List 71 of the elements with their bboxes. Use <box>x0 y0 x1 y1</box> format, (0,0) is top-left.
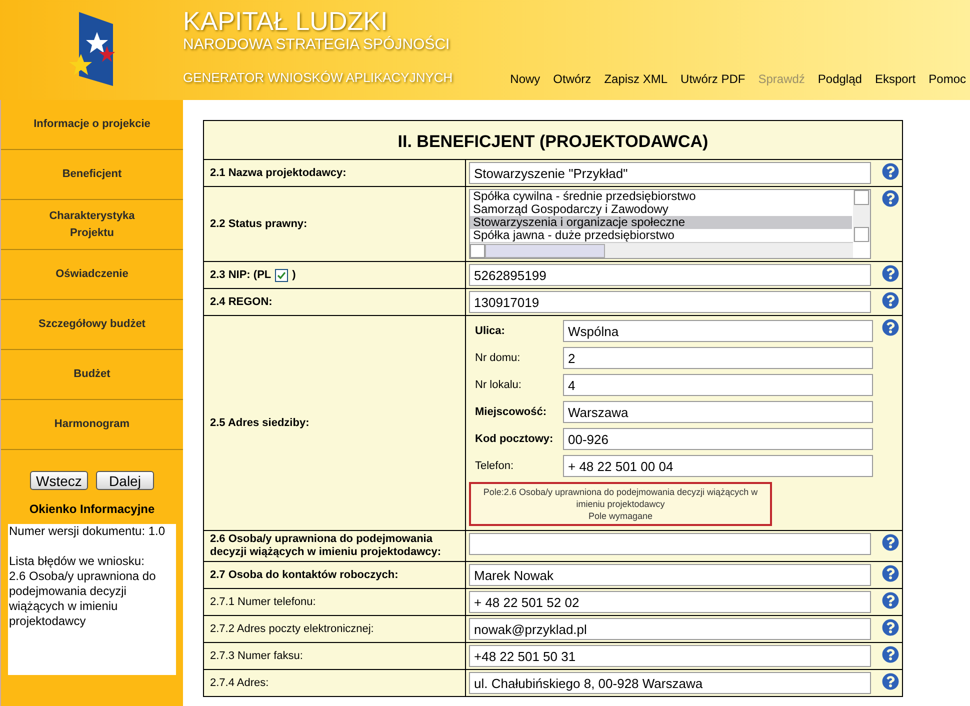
text-field[interactable]: Stowarzyszenie "Przykład" <box>469 162 871 184</box>
text-field[interactable]: 4 <box>563 374 873 396</box>
field-label: Telefon: <box>475 460 515 472</box>
info-text: Numer wersji dokumentu: 1.0 <box>9 524 166 539</box>
field-label: Kod pocztowy: <box>475 432 554 446</box>
field-label: Nr domu: <box>475 352 522 364</box>
field-label: 2.7.4 Adres: <box>210 676 269 690</box>
field-label: 2.7.3 Numer faksu: <box>210 650 303 662</box>
text-field[interactable]: 00-926 <box>563 428 873 450</box>
field-label: 2.2 Status prawny: <box>210 218 308 230</box>
generator-title: GENERATOR WNIOSKÓW APLIKACYJNYCH <box>183 69 453 87</box>
text-field[interactable]: + 48 22 501 52 02 <box>469 591 871 613</box>
field-label: ) <box>292 268 296 283</box>
listbox-option[interactable]: Spółka cywilna - średnie przedsiębiorstwo <box>470 190 852 203</box>
section-title: II. BENEFICJENT (PROJEKTODAWCA) <box>396 131 710 154</box>
text-field[interactable]: Warszawa <box>563 401 873 423</box>
text-field[interactable]: 5262895199 <box>469 264 871 286</box>
vertical-scrollbar[interactable] <box>853 190 870 242</box>
field-label: 2.7.2 Adres poczty elektronicznej: <box>210 622 374 636</box>
help-icon[interactable] <box>882 190 899 207</box>
text-field[interactable]: +48 22 501 50 31 <box>469 645 871 667</box>
text-field[interactable]: 2 <box>563 347 873 369</box>
text-field[interactable]: ul. Chałubińskiego 8, 00-928 Warszawa <box>469 672 871 694</box>
menu-item[interactable]: Utwórz PDF <box>680 70 746 88</box>
scroll-up-button[interactable] <box>854 190 869 205</box>
menu-item[interactable]: Eksport <box>874 70 916 88</box>
help-icon[interactable] <box>882 265 899 282</box>
menu-item[interactable]: Nowy <box>510 70 540 88</box>
scroll-down-button[interactable] <box>854 227 869 242</box>
field-label: 2.7 Osoba do kontaktów roboczych: <box>210 568 398 582</box>
field-label: Ulica: <box>475 324 506 338</box>
help-icon[interactable] <box>882 163 899 180</box>
text-field[interactable]: 130917019 <box>469 291 871 313</box>
status-listbox[interactable]: Spółka cywilna - średnie przedsiębiorstwo Samorząd Gospodarczy i Zawodowy Stowarzyszenia i organizacje społeczne Spółka jawna - duże przedsiębiorstwo <box>469 189 871 259</box>
listbox-option[interactable]: Stowarzyszenia i organizacje społeczne <box>470 216 852 229</box>
info-title: Okienko Informacyjne <box>28 501 156 518</box>
help-icon[interactable] <box>882 292 899 309</box>
field-label: Nr lokalu: <box>475 378 522 392</box>
menu-item[interactable]: Podgląd <box>818 70 862 88</box>
text-field[interactable]: nowak@przyklad.pl <box>469 618 871 640</box>
help-icon[interactable] <box>882 534 899 551</box>
info-text: Lista błędów we wniosku: 2.6 Osoba/y uprawniona do podejmowania decyzji wiążących w imieniu projektodawcy <box>9 554 157 629</box>
field-label: 2.1 Nazwa projektodawcy: <box>210 166 346 180</box>
help-icon[interactable] <box>882 619 899 636</box>
field-label: 2.4 REGON: <box>210 296 272 308</box>
checkbox[interactable] <box>275 268 288 282</box>
help-icon[interactable] <box>882 565 899 582</box>
help-icon[interactable] <box>882 646 899 663</box>
field-label: 2.7.1 Numer telefonu: <box>210 596 316 608</box>
validation-tooltip: Pole:2.6 Osoba/y uprawniona do podejmowania decyzji wiążących w imieniu projektodawcy Pole wymagane <box>469 482 772 526</box>
horizontal-scrollbar[interactable] <box>470 242 853 258</box>
help-icon[interactable] <box>882 319 899 336</box>
text-field[interactable]: + 48 22 501 00 04 <box>563 455 873 477</box>
text-field[interactable] <box>469 533 871 555</box>
field-label: 2.3 NIP: (PL <box>210 268 272 283</box>
text-field[interactable]: Marek Nowak <box>469 564 871 586</box>
program-subtitle: NARODOWA STRATEGIA SPÓJNOŚCI <box>183 36 451 54</box>
field-label: 2.5 Adres siedziby: <box>210 416 310 430</box>
listbox-option[interactable]: Samorząd Gospodarczy i Zawodowy <box>470 203 852 216</box>
field-label: Miejscowość: <box>475 406 548 418</box>
text-field[interactable]: Wspólna <box>563 320 873 342</box>
menu-item[interactable]: Zapisz XML <box>604 70 668 88</box>
listbox-option[interactable]: Spółka jawna - duże przedsiębiorstwo <box>470 229 852 242</box>
nav-button[interactable]: Wstecz <box>30 471 88 490</box>
field-label: 2.6 Osoba/y uprawniona do podejmowania decyzji wiążących w imieniu projektodawcy: <box>210 533 442 559</box>
program-title: KAPITAŁ LUDZKI <box>183 6 388 36</box>
help-icon[interactable] <box>882 673 899 690</box>
help-icon[interactable] <box>882 592 899 609</box>
menu-item[interactable]: Otwórz <box>553 70 592 88</box>
nav-button[interactable]: Dalej <box>96 471 154 490</box>
menu-item[interactable]: Pomoc <box>928 70 966 88</box>
